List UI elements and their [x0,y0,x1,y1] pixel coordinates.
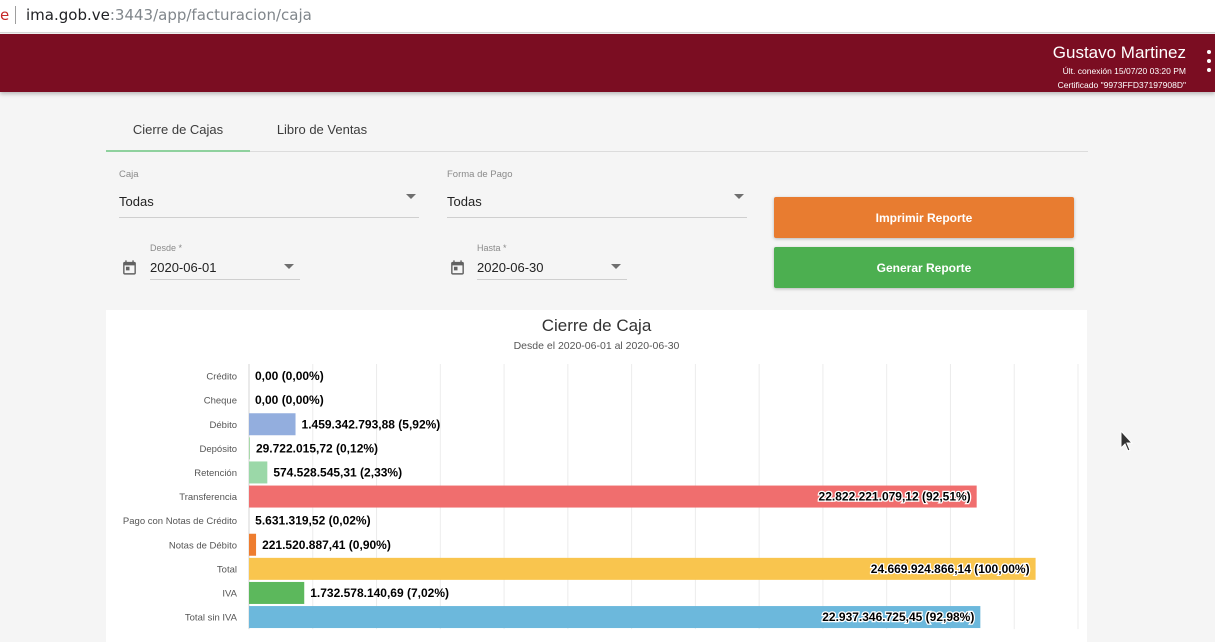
mouse-cursor-icon [1120,430,1134,452]
data-label: 1.459.342.793,88 (5,92%) [302,417,441,431]
url-host: ima.gob.ve [26,6,110,24]
tab-libro-de-ventas[interactable]: Libro de Ventas [250,108,394,151]
caja-value: Todas [119,194,154,209]
category-label: Total [217,564,237,575]
app-header: Gustavo Martinez Últ. conexión 15/07/20 … [0,34,1215,92]
url-separator [15,6,16,24]
report-tabs: Cierre de Cajas Libro de Ventas [106,108,1088,152]
data-label: 574.528.545,31 (2,33%) [273,465,402,479]
forma-pago-underline [447,217,747,218]
browser-address-bar[interactable]: e ima.gob.ve:3443/app/facturacion/caja [0,0,1215,33]
chevron-down-icon [611,264,621,269]
category-label: Débito [210,420,237,431]
calendar-icon[interactable] [121,259,138,276]
chart-title: Cierre de Caja [541,316,652,335]
chart-subtitle: Desde el 2020-06-01 al 2020-06-30 [513,340,680,352]
data-label: 5.631.319,52 (0,02%) [255,514,370,528]
forma-pago-select[interactable]: Forma de Pago Todas [447,169,747,219]
tab-cierre-de-cajas[interactable]: Cierre de Cajas [106,108,250,152]
calendar-icon[interactable] [449,259,466,276]
category-label: Total sin IVA [185,613,238,624]
bar[interactable] [249,461,268,484]
user-name: Gustavo Martinez [1052,43,1186,62]
chevron-down-icon [284,264,294,269]
category-label: Retención [194,468,237,479]
bar[interactable] [249,581,305,604]
last-login: Últ. conexión 15/07/20 03:20 PM [1062,66,1186,76]
more-vert-icon[interactable] [1204,50,1214,72]
bar[interactable] [249,413,296,436]
print-report-button[interactable]: Imprimir Reporte [774,197,1074,238]
data-label: 22.937.346.725,45 (92,98%) [822,610,974,624]
certificate-info: Certificado "9973FFD37197908D" [1057,80,1186,90]
category-label: Notas de Débito [169,540,237,551]
url-fragment: e [0,6,10,24]
desde-value: 2020-06-01 [150,260,217,275]
chevron-down-icon [406,194,416,199]
url-text[interactable]: ima.gob.ve:3443/app/facturacion/caja [26,6,312,24]
bar[interactable] [249,533,257,556]
category-label: Depósito [200,444,238,455]
hasta-underline [477,279,627,280]
data-label: 221.520.887,41 (0,90%) [262,538,391,552]
desde-label: Desde * [150,243,183,253]
data-label: 1.732.578.140,69 (7,02%) [310,586,449,600]
category-label: Transferencia [179,492,237,503]
category-label: Cheque [204,396,237,407]
data-label: 0,00 (0,00%) [255,369,324,383]
chart-card: Crédito 0,00 (0,00%) Cheque 0,00 (0,00%) Déb… [106,310,1087,642]
data-label: 0,00 (0,00%) [255,393,324,407]
hasta-value: 2020-06-30 [477,260,544,275]
category-label: Crédito [206,372,237,383]
chevron-down-icon [734,194,744,199]
caja-select[interactable]: Caja Todas [119,169,419,219]
bar-chart: Crédito 0,00 (0,00%) Cheque 0,00 (0,00%) Déb… [123,364,1079,630]
caja-underline [119,217,419,218]
data-label: 29.722.015,72 (0,12%) [256,441,378,455]
hasta-date-field[interactable]: Hasta * 2020-06-30 [477,243,627,281]
category-label: Pago con Notas de Crédito [123,516,237,527]
category-label: IVA [222,588,237,599]
caja-label: Caja [119,169,139,180]
generate-report-button[interactable]: Generar Reporte [774,247,1074,288]
data-label: 22.822.221.079,12 (92,51%) [819,490,971,504]
hasta-label: Hasta * [477,243,507,253]
desde-underline [150,279,300,280]
forma-pago-label: Forma de Pago [447,169,513,180]
bar[interactable] [249,437,250,460]
url-path: :3443/app/facturacion/caja [109,6,312,24]
desde-date-field[interactable]: Desde * 2020-06-01 [150,243,300,281]
forma-pago-value: Todas [447,194,482,209]
data-label: 24.669.924.866,14 (100,00%) [871,562,1030,576]
